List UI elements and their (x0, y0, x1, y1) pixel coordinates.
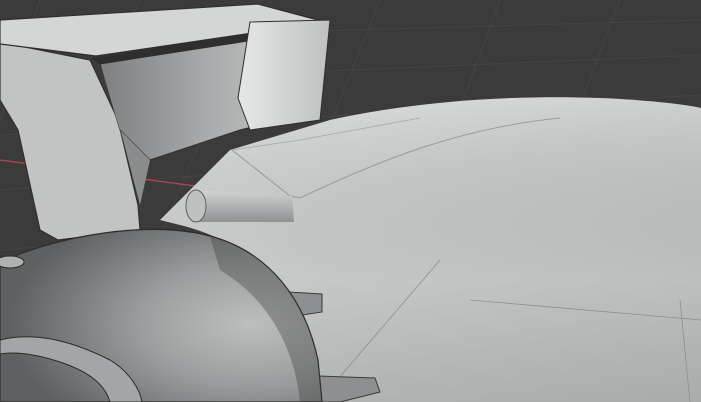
3d-viewport[interactable] (0, 0, 701, 402)
viewport-scene (0, 0, 701, 402)
